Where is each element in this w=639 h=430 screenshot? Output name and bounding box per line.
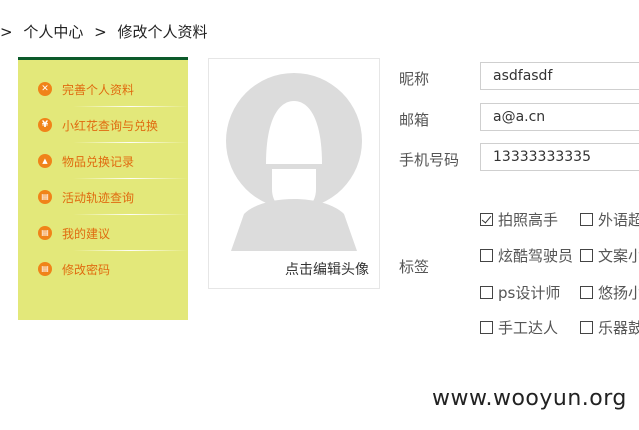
tag-label: 外语超 [598, 211, 639, 229]
lock-icon: ▤ [38, 262, 52, 276]
edit-avatar-link[interactable]: 点击编辑头像 [285, 259, 369, 279]
tag-label: 文案小 [598, 247, 639, 265]
breadcrumb: > 个人中心 > 修改个人资料 [0, 20, 208, 44]
checkbox-icon [580, 286, 593, 299]
checkbox-icon [580, 249, 593, 262]
watermark: www.wooyun.org [432, 386, 627, 411]
gift-icon: ▲ [38, 154, 52, 168]
sidebar-item-exchange-records[interactable]: ▲ 物品兑换记录 [18, 143, 188, 179]
tag-checkbox-ps-designer[interactable]: ps设计师 [480, 282, 560, 303]
sidebar-item-label: 我的建议 [62, 226, 111, 241]
tag-checkbox-melody[interactable]: 悠扬小 [580, 282, 639, 303]
sidebar-item-activity-trace[interactable]: ▤ 活动轨迹查询 [18, 179, 188, 215]
breadcrumb-separator: > [94, 23, 107, 41]
breadcrumb-lead: > [0, 23, 13, 41]
sidebar-item-change-password[interactable]: ▤ 修改密码 [18, 251, 188, 287]
sidebar-item-label: 活动轨迹查询 [62, 190, 135, 205]
sidebar-item-flowers[interactable]: ¥ 小红花查询与兑换 [18, 107, 188, 143]
sidebar-item-complete-profile[interactable]: ✕ 完善个人资料 [18, 71, 188, 107]
tag-checkbox-handcraft[interactable]: 手工达人 [480, 317, 558, 338]
tag-label: 悠扬小 [598, 284, 639, 302]
tag-checkbox-photography[interactable]: 拍照高手 [480, 209, 558, 230]
note-icon: ▤ [38, 226, 52, 240]
document-icon: ▤ [38, 190, 52, 204]
sidebar-item-label: 物品兑换记录 [62, 154, 135, 169]
tag-label: 拍照高手 [498, 211, 559, 229]
tag-label: 炫酷驾驶员 [498, 247, 574, 265]
tag-checkbox-driver[interactable]: 炫酷驾驶员 [480, 245, 573, 266]
checkbox-checked-icon [480, 213, 493, 226]
tools-icon: ✕ [38, 82, 52, 96]
tag-checkbox-foreign-language[interactable]: 外语超 [580, 209, 639, 230]
yuan-icon: ¥ [38, 118, 52, 132]
tags-label: 标签 [399, 258, 430, 276]
breadcrumb-personal-center[interactable]: 个人中心 [23, 23, 83, 41]
breadcrumb-edit-profile: 修改个人资料 [117, 23, 208, 41]
sidebar-item-suggestions[interactable]: ▤ 我的建议 [18, 215, 188, 251]
nickname-label: 昵称 [399, 70, 430, 88]
avatar[interactable]: 点击编辑头像 [208, 58, 380, 289]
nickname-input[interactable] [480, 62, 639, 90]
checkbox-icon [480, 286, 493, 299]
tag-label: ps设计师 [498, 284, 561, 302]
avatar-placeholder-icon [226, 73, 362, 251]
sidebar-item-label: 修改密码 [62, 262, 111, 277]
email-label: 邮箱 [399, 111, 430, 129]
sidebar: ✕ 完善个人资料 ¥ 小红花查询与兑换 ▲ 物品兑换记录 ▤ 活动轨迹查询 ▤ … [18, 57, 188, 320]
checkbox-icon [480, 249, 493, 262]
email-input[interactable] [480, 103, 639, 131]
checkbox-icon [580, 321, 593, 334]
phone-label: 手机号码 [399, 151, 460, 169]
sidebar-item-label: 小红花查询与兑换 [62, 118, 159, 133]
tag-label: 乐器鼓 [598, 319, 639, 337]
tag-label: 手工达人 [498, 319, 559, 337]
checkbox-icon [580, 213, 593, 226]
tag-checkbox-copywriter[interactable]: 文案小 [580, 245, 639, 266]
phone-input[interactable] [480, 143, 639, 171]
tag-checkbox-instrument[interactable]: 乐器鼓 [580, 317, 639, 338]
checkbox-icon [480, 321, 493, 334]
sidebar-item-label: 完善个人资料 [62, 82, 135, 97]
